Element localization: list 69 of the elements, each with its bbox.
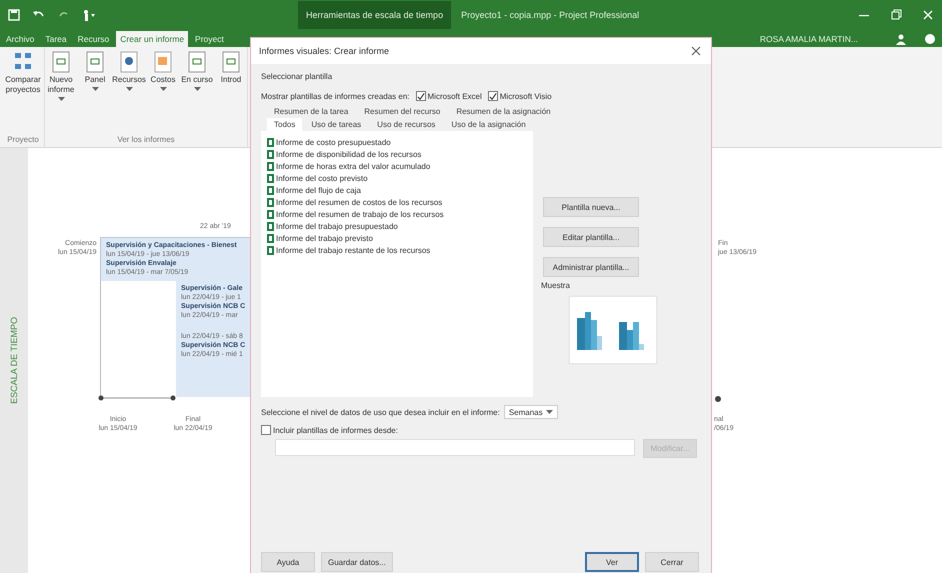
preview-label: Muestra — [541, 281, 570, 290]
close-icon[interactable] — [691, 46, 701, 56]
ribbon-tab[interactable]: Tarea — [41, 31, 71, 47]
timeline-label: ESCALA DE TIEMPO — [9, 317, 19, 404]
context-tab-label: Herramientas de escala de tiempo — [298, 1, 452, 29]
template-item[interactable]: Informe del trabajo presupuestado — [267, 221, 527, 232]
ribbon-button[interactable]: Comparar proyectos — [2, 51, 44, 135]
checkmark-icon — [488, 92, 497, 100]
milestone-marker — [715, 396, 721, 402]
dialog-title: Informes visuales: Crear informe — [259, 46, 390, 56]
touch-icon[interactable] — [82, 9, 98, 21]
template-item[interactable]: Informe de disponibilidad de los recursos — [267, 149, 527, 160]
group-label: Ver los informes — [116, 135, 176, 146]
template-item[interactable]: Informe del resumen de costos de los recursos — [267, 197, 527, 208]
footer-button[interactable]: Guardar datos... — [321, 552, 393, 572]
caret-icon — [126, 87, 132, 91]
section-title: Seleccionar plantilla — [261, 72, 334, 81]
dialog-tab[interactable]: Uso de tareas — [304, 118, 368, 131]
ribbon-tab[interactable]: Recurso — [74, 31, 114, 47]
dialog-tab[interactable]: Resumen del recurso — [357, 105, 448, 118]
template-item[interactable]: Informe de horas extra del valor acumulado — [267, 161, 527, 172]
level-dropdown[interactable]: Semanas — [504, 405, 558, 419]
caret-icon — [194, 87, 200, 91]
template-button[interactable]: Plantilla nueva... — [543, 197, 639, 217]
dialog-tab[interactable]: Resumen de la tarea — [267, 105, 356, 118]
page-icon — [221, 51, 241, 73]
template-item[interactable]: Informe del flujo de caja — [267, 185, 527, 196]
show-label: Mostrar plantillas de informes creadas en: — [261, 92, 410, 100]
template-button[interactable]: Editar plantilla... — [543, 227, 639, 247]
caret-icon — [160, 87, 166, 91]
ribbon-tab[interactable]: Proyect — [191, 31, 228, 47]
ribbon-tab[interactable]: Crear un informe — [116, 31, 188, 47]
template-item[interactable]: Informe del resumen de trabajo de los recursos — [267, 209, 527, 220]
page-icon — [187, 51, 207, 73]
caret-icon — [546, 410, 553, 414]
dialog-tab[interactable]: Todos — [267, 118, 302, 131]
window-title: Proyecto1 - copia.mpp - Project Professional — [461, 10, 640, 20]
dialog-tab[interactable]: Uso de recursos — [370, 118, 442, 131]
footer-button[interactable]: Cerrar — [645, 552, 699, 572]
ribbon-tab[interactable]: Archivo — [2, 31, 38, 47]
people-page-icon — [119, 51, 139, 73]
include-checkbox[interactable]: Incluir plantillas de informes desde: — [261, 425, 699, 435]
restore-icon[interactable] — [890, 9, 902, 21]
caret-icon — [92, 87, 98, 91]
template-item[interactable]: Informe de costo presupuestado — [267, 137, 527, 148]
checkmark-icon — [416, 92, 425, 100]
caret-icon — [58, 97, 64, 101]
user-name[interactable]: ROSA AMALIA MARTIN... — [760, 30, 878, 46]
ribbon-button[interactable]: Nuevo informe — [45, 51, 77, 135]
chart-page-icon — [153, 51, 173, 73]
save-icon[interactable] — [8, 9, 20, 21]
template-item[interactable]: Informe del costo previsto — [267, 173, 527, 184]
template-button[interactable]: Administrar plantilla... — [543, 257, 639, 277]
app-checkbox[interactable]: Microsoft Excel — [416, 91, 482, 101]
level-label: Seleccione el nivel de datos de uso que desea incluir en el informe: — [261, 408, 500, 416]
page-icon — [51, 51, 71, 73]
dialog-tab[interactable]: Uso de la asignación — [444, 118, 533, 131]
app-checkbox[interactable]: Microsoft Visio — [488, 91, 552, 101]
ribbon-button[interactable]: Costos — [147, 51, 179, 135]
person-icon[interactable] — [895, 32, 907, 44]
footer-button[interactable]: Ver — [585, 552, 639, 572]
footer-button[interactable]: Ayuda — [261, 552, 315, 572]
dialog-tab[interactable]: Resumen de la asignación — [449, 105, 558, 118]
group-label: Proyecto — [6, 135, 40, 146]
ribbon-button[interactable]: Recursos — [113, 51, 145, 135]
ribbon-button[interactable]: Introd — [215, 51, 247, 135]
ribbon-button[interactable]: En curso — [181, 51, 213, 135]
ribbon-button[interactable]: Panel — [79, 51, 111, 135]
page-icon — [85, 51, 105, 73]
